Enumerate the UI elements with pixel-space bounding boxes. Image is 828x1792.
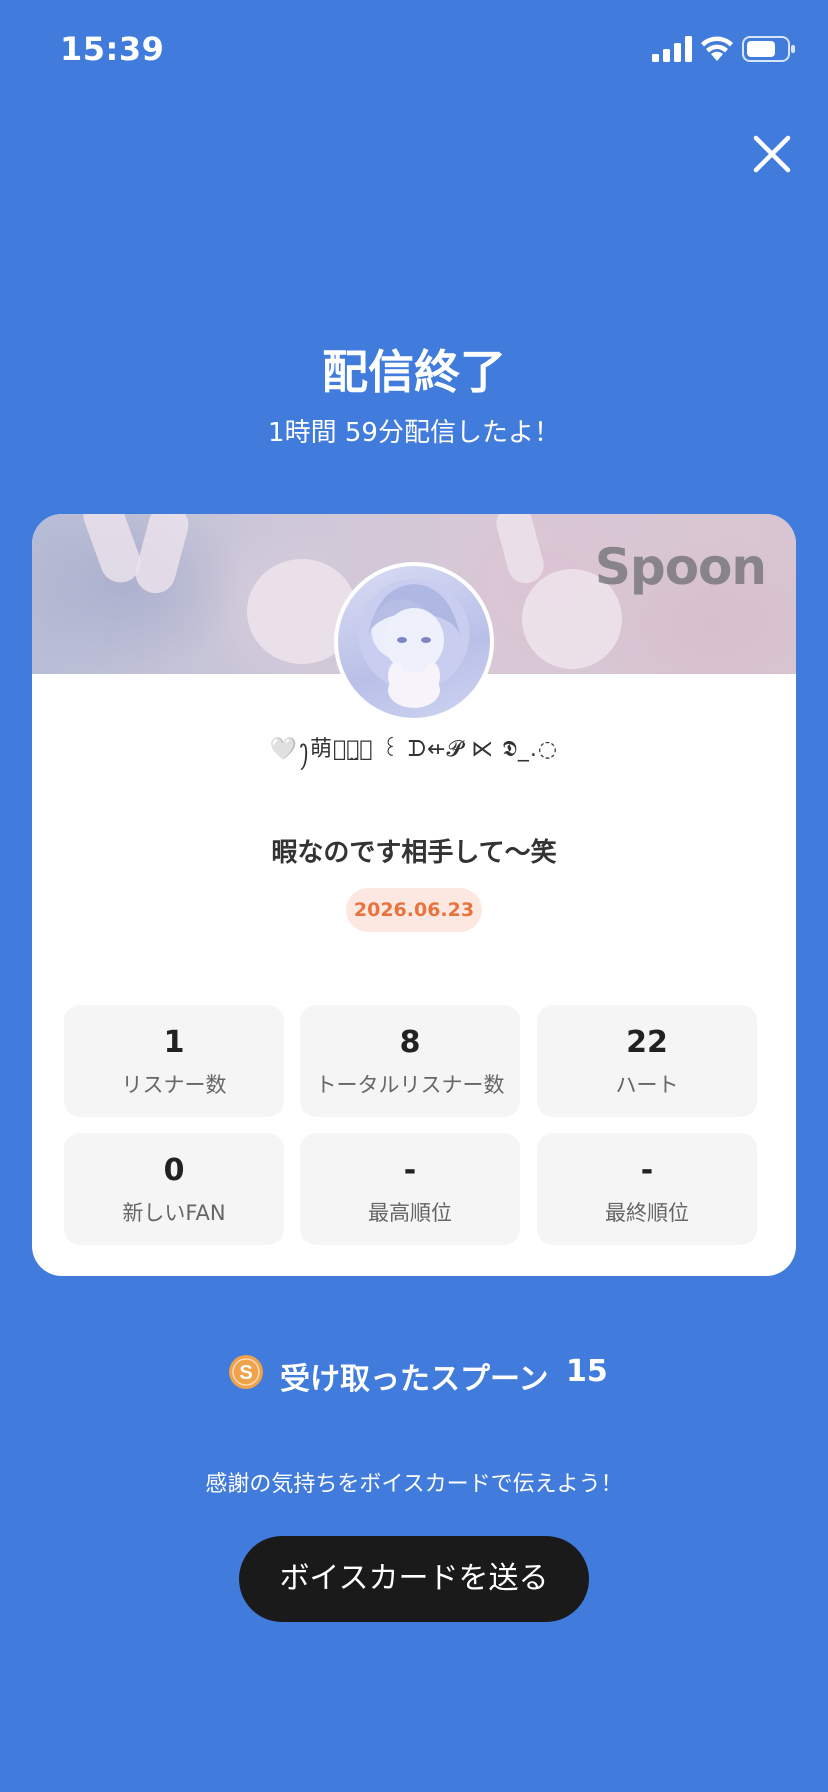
stat-new-fans: 0 新しいFAN [64,1133,284,1245]
stat-total-listeners: 8 トータルリスナー数 [300,1005,520,1117]
status-bar: 15:39 [0,0,828,100]
signal-icon [652,36,692,62]
stat-value: 0 [163,1153,185,1188]
broadcast-title: 暇なのです相手して〜笑 [271,838,557,868]
spoon-logo: Spoon [594,538,767,596]
stat-label: トータルリスナー数 [315,1073,505,1097]
page-title: 配信終了 [322,345,506,399]
stat-value: - [403,1153,417,1188]
avatar[interactable] [334,562,494,722]
stat-label: 最高順位 [368,1201,452,1225]
broadcast-summary-card: Spoon 🤍ꫂ萌叶⃝̤⃝ ꒰ ᗪ⇷𝓟 ⋉ 𝕯_.◌ 暇なのです相手して〜笑 2… [32,514,796,1276]
battery-icon [742,36,795,62]
svg-text:S: S [239,1362,252,1384]
stat-label: 新しいFAN [122,1201,226,1225]
username: 🤍ꫂ萌叶⃝̤⃝ ꒰ ᗪ⇷𝓟 ⋉ 𝕯_.◌ [269,737,559,762]
stat-label: ハート [615,1073,679,1097]
stat-label: 最終順位 [605,1201,689,1225]
spoons-label: 受け取ったスプーン [280,1362,549,1397]
send-voice-card-button[interactable]: ボイスカードを送る [239,1536,589,1622]
status-time: 15:39 [60,30,165,68]
date-badge: 2026.06.23 [346,888,482,932]
stat-label: リスナー数 [121,1073,227,1097]
received-spoons: S 受け取ったスプーン 15 [0,1350,828,1397]
broadcast-end-screen: 15:39 配信終了 1時間 59分配信したよ！ Spoon 🤍ꫂ萌叶⃝̤⃝ ꒰… [0,0,828,1792]
stat-value: 8 [399,1025,421,1060]
spoons-count: 15 [566,1354,608,1389]
stat-hearts: 22 ハート [537,1005,757,1117]
close-button[interactable] [748,130,796,178]
stat-value: - [640,1153,654,1188]
stat-highest-rank: - 最高順位 [300,1133,520,1245]
broadcast-duration: 1時間 59分配信したよ！ [268,418,560,448]
stat-value: 22 [626,1025,668,1060]
stat-listeners: 1 リスナー数 [64,1005,284,1117]
wifi-icon [701,36,733,61]
close-icon [753,135,791,173]
stat-final-rank: - 最終順位 [537,1133,757,1245]
spoon-coin-icon: S [229,1355,263,1389]
stat-value: 1 [163,1025,185,1060]
thanks-message: 感謝の気持ちをボイスカードで伝えよう！ [205,1472,623,1497]
